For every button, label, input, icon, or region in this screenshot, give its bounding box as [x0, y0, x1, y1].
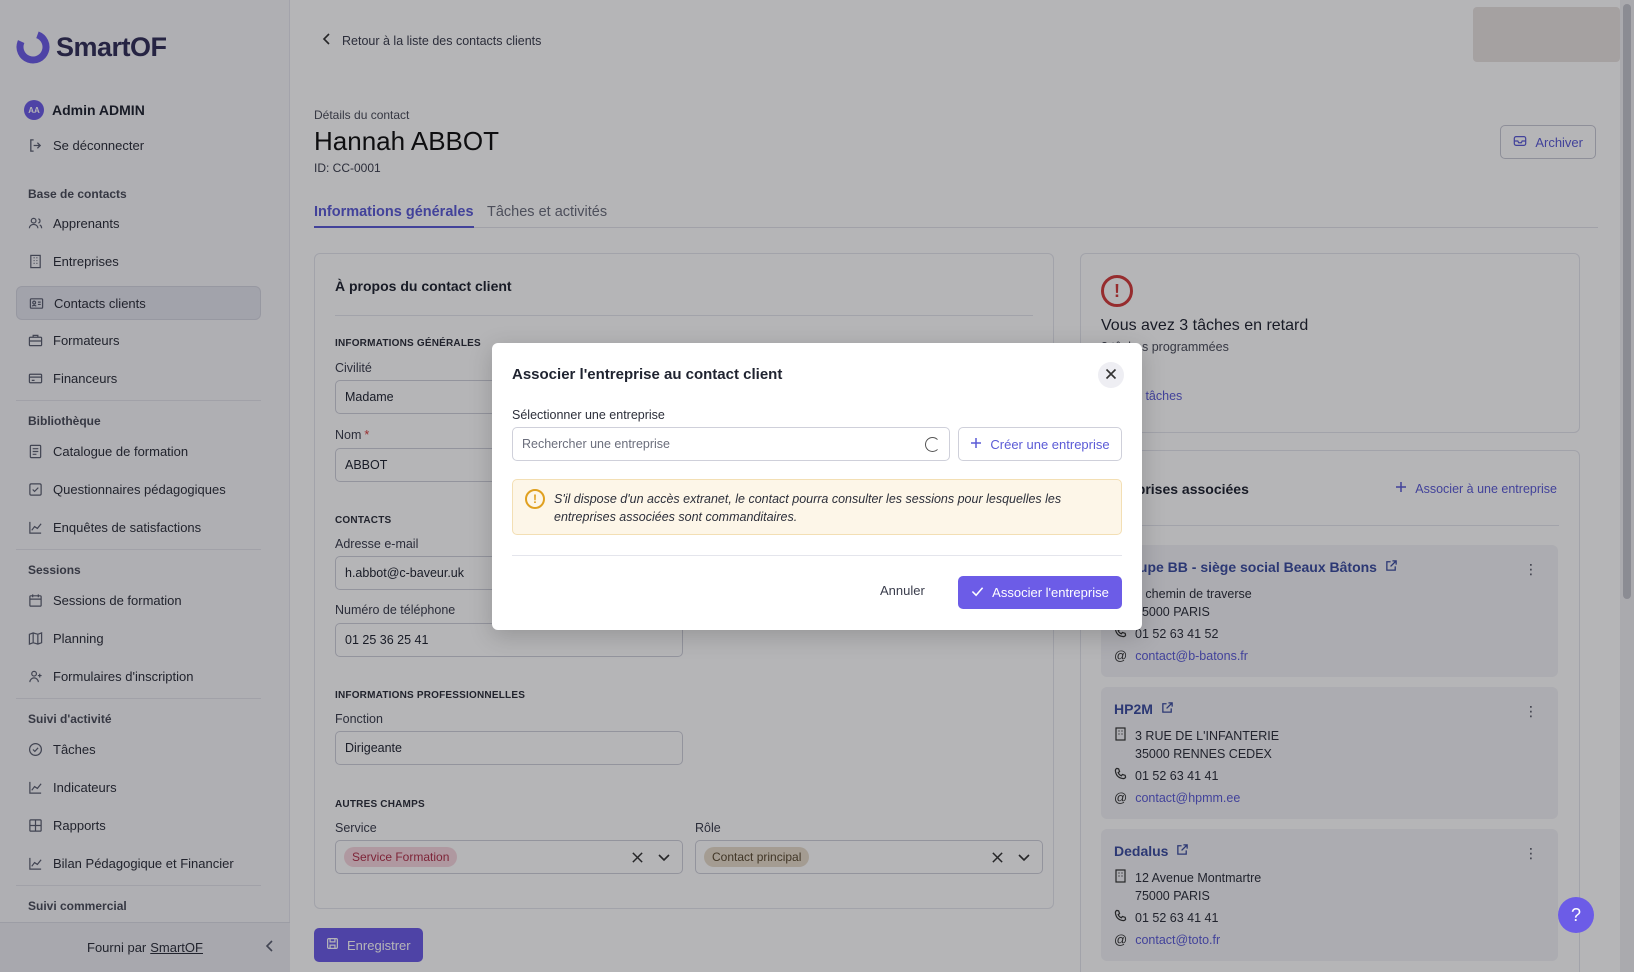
- check-icon: [971, 585, 984, 600]
- cancel-button[interactable]: Annuler: [880, 583, 925, 598]
- associate-company-confirm-button[interactable]: Associer l'entreprise: [958, 576, 1122, 609]
- warning-icon: !: [525, 489, 545, 509]
- divider: [512, 555, 1122, 556]
- search-placeholder: Rechercher une entreprise: [522, 437, 670, 451]
- create-company-label: Créer une entreprise: [990, 436, 1110, 452]
- create-company-button[interactable]: Créer une entreprise: [958, 427, 1122, 461]
- question-icon: ?: [1570, 904, 1581, 925]
- warning-message: ! S'il dispose d'un accès extranet, le c…: [512, 479, 1122, 535]
- select-company-label: Sélectionner une entreprise: [512, 408, 665, 422]
- confirm-label: Associer l'entreprise: [992, 585, 1109, 600]
- dialog-title: Associer l'entreprise au contact client: [512, 366, 783, 383]
- plus-icon: [970, 437, 982, 452]
- loading-spinner-icon: [925, 437, 940, 452]
- associate-company-dialog: Associer l'entreprise au contact client …: [492, 343, 1142, 630]
- help-button[interactable]: ?: [1558, 897, 1594, 933]
- warning-text: S'il dispose d'un accès extranet, le con…: [554, 492, 1062, 524]
- close-button[interactable]: [1098, 362, 1124, 388]
- close-icon: [1105, 368, 1117, 383]
- company-search-input[interactable]: Rechercher une entreprise: [512, 427, 950, 461]
